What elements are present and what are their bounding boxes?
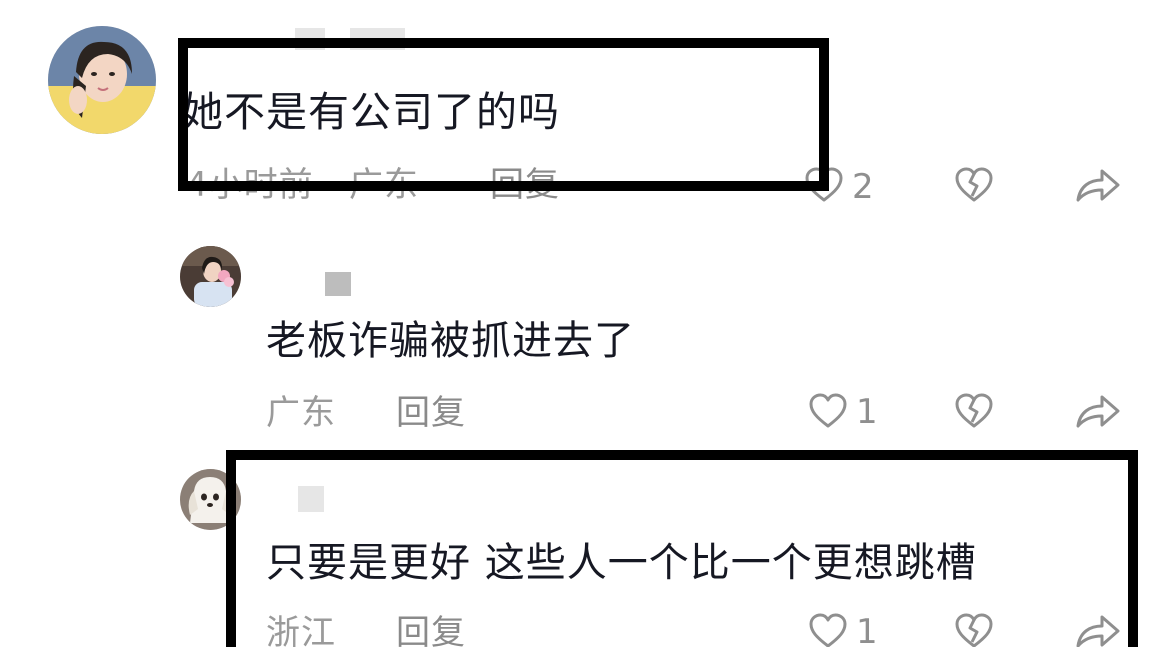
like-count: 2 — [852, 167, 874, 207]
username-redacted — [295, 28, 325, 50]
broken-heart-icon[interactable] — [954, 166, 994, 204]
heart-outline-icon[interactable] — [808, 392, 848, 430]
user-avatar[interactable] — [180, 246, 241, 307]
heart-outline-icon[interactable] — [808, 612, 848, 647]
share-arrow-icon[interactable] — [1074, 166, 1122, 204]
username-redacted — [350, 28, 405, 50]
comment-text: 只要是更好 这些人一个比一个更想跳槽 — [266, 540, 977, 586]
share-arrow-icon[interactable] — [1074, 612, 1122, 647]
reply-button[interactable]: 回复 — [396, 390, 466, 436]
heart-outline-icon[interactable] — [804, 166, 844, 204]
share-arrow-icon[interactable] — [1074, 392, 1122, 430]
user-avatar[interactable] — [48, 26, 156, 134]
comment-text: 她不是有公司了的吗 — [182, 88, 560, 136]
reply-button[interactable]: 回复 — [396, 610, 466, 647]
comment-meta: 广东 — [266, 393, 336, 433]
comment-text: 老板诈骗被抓进去了 — [266, 318, 635, 364]
broken-heart-icon[interactable] — [954, 392, 994, 430]
comment-meta: 浙江 — [266, 613, 336, 647]
user-avatar[interactable] — [180, 469, 241, 530]
broken-heart-icon[interactable] — [954, 612, 994, 647]
like-count: 1 — [856, 612, 878, 647]
username-redacted — [325, 272, 351, 296]
username-redacted — [298, 486, 324, 512]
reply-button[interactable]: 回复 — [490, 162, 560, 208]
like-count: 1 — [856, 392, 878, 432]
comment-meta: 4小时前 · 广东 — [186, 165, 420, 205]
comment-thread: 她不是有公司了的吗 4小时前 · 广东 回复 2 老板诈骗被抓进去了 广东 回复… — [0, 0, 1170, 647]
